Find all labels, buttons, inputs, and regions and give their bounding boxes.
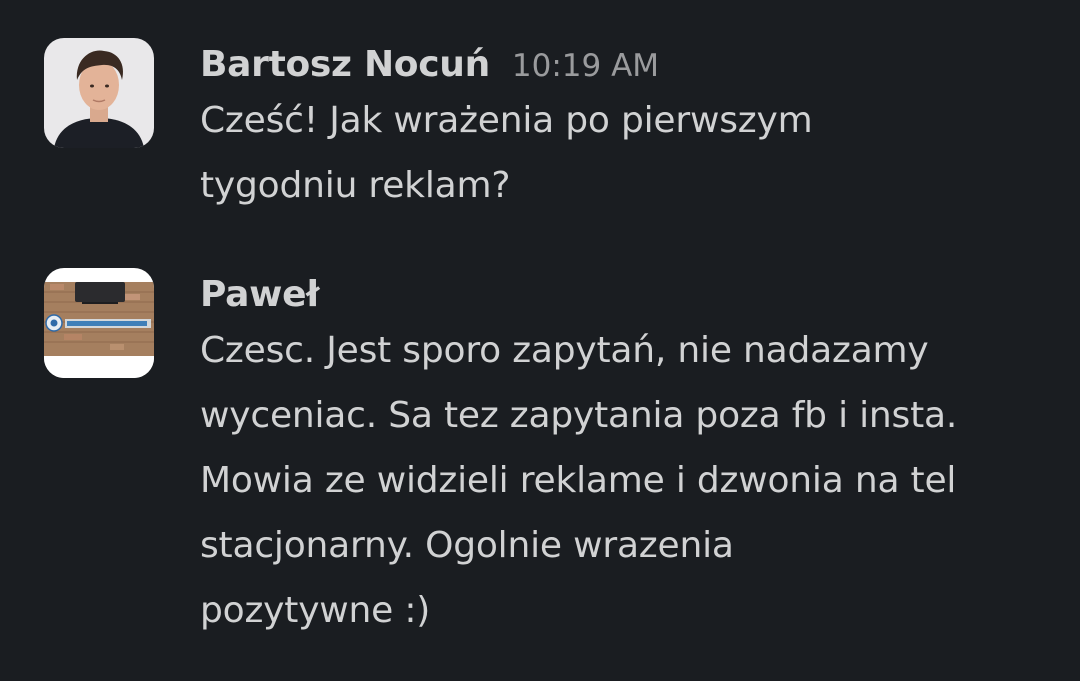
- message-line: Czesc. Jest sporo zapytań, nie nadazamy: [200, 330, 929, 371]
- sender-name[interactable]: Paweł: [200, 270, 320, 320]
- message-line: Cześć! Jak wrażenia po pierwszym: [200, 100, 813, 141]
- person-avatar-icon: [44, 38, 154, 148]
- message-content: Paweł Czesc. Jest sporo zapytań, nie nad…: [200, 268, 1054, 643]
- message-line: tygodniu reklam?: [200, 165, 511, 206]
- message-content: Bartosz Nocuń 10:19 AM Cześć! Jak wrażen…: [200, 38, 1054, 218]
- avatar[interactable]: [44, 268, 154, 378]
- message-line: stacjonarny. Ogolnie wrazenia: [200, 525, 734, 566]
- message-text: Cześć! Jak wrażenia po pierwszym tygodniu…: [200, 88, 1054, 218]
- message-text: Czesc. Jest sporo zapytań, nie nadazamy w…: [200, 318, 1054, 643]
- message-timestamp[interactable]: 10:19 AM: [512, 41, 659, 91]
- message-line: Mowia ze widzieli reklame i dzwonia na t…: [200, 460, 957, 501]
- message-line: pozytywne :): [200, 590, 431, 631]
- message-header: Paweł: [200, 268, 1054, 320]
- message-line: wyceniac. Sa tez zapytania poza fb i ins…: [200, 395, 958, 436]
- sender-name[interactable]: Bartosz Nocuń: [200, 40, 490, 90]
- avatar[interactable]: [44, 38, 154, 148]
- message-header: Bartosz Nocuń 10:19 AM: [200, 38, 1054, 90]
- company-logo-icon: [44, 268, 154, 378]
